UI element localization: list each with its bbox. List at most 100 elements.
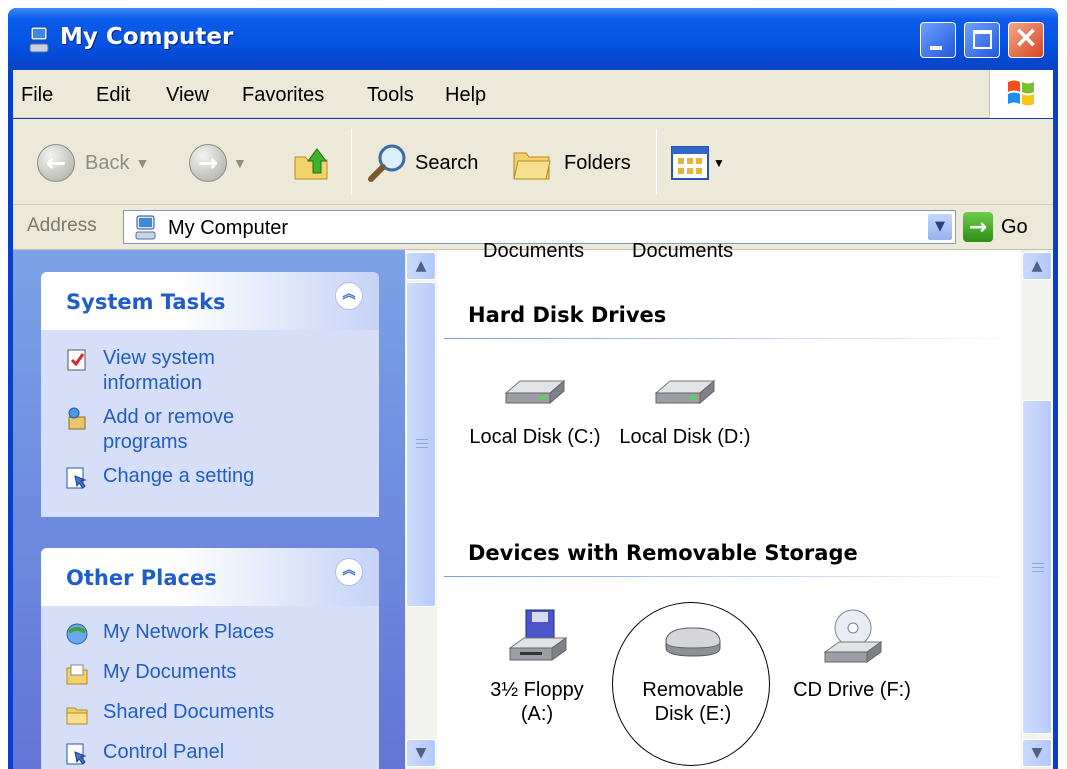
close-button[interactable]: ×	[1008, 20, 1044, 58]
cd-drive-icon	[823, 609, 883, 663]
place-label: My Network Places	[103, 621, 275, 643]
grip-line	[1032, 563, 1044, 564]
scroll-down-icon[interactable]: ▼	[406, 739, 436, 767]
task-change-a-setting[interactable]: Change a setting	[65, 464, 254, 490]
place-shared-documents[interactable]: Shared Documents	[65, 700, 274, 726]
menu-view[interactable]: View	[166, 84, 209, 107]
folders-button[interactable]: Folders	[510, 141, 631, 185]
collapse-chevron-icon[interactable]: ︽	[335, 282, 363, 310]
scrollbar-thumb[interactable]	[1022, 400, 1052, 734]
menu-bar: File Edit View Favorites Tools Help	[13, 70, 1053, 118]
network-places-icon	[66, 623, 88, 645]
views-button[interactable]: ▼	[670, 141, 725, 185]
hard-disk-icon	[504, 379, 566, 405]
place-my-documents[interactable]: My Documents	[65, 660, 236, 686]
grip-line	[1032, 567, 1044, 568]
search-icon	[368, 144, 406, 182]
go-label: Go	[1001, 215, 1028, 238]
my-documents-icon	[66, 664, 88, 685]
collapse-chevron-icon[interactable]: ︽	[335, 558, 363, 586]
highlight-circle	[612, 602, 770, 766]
toolbar-separator	[351, 129, 352, 195]
menu-file[interactable]: File	[21, 84, 53, 107]
title-bar[interactable]: My Computer ×	[8, 8, 1058, 70]
system-info-icon	[67, 349, 86, 371]
windows-logo-icon	[989, 70, 1053, 118]
drive-label: (A:)	[520, 703, 554, 725]
views-dropdown-icon[interactable]: ▼	[713, 156, 725, 170]
drive-cd-f[interactable]: CD Drive (F:)	[777, 608, 927, 702]
minimize-button[interactable]	[920, 22, 956, 58]
standard-toolbar: ← Back ▼ → ▼ Search Folders ▼	[13, 119, 1053, 205]
system-tasks-title: System Tasks	[66, 290, 226, 314]
left-pane-scrollbar[interactable]: ▲ ▼	[405, 250, 437, 769]
menu-favorites[interactable]: Favorites	[242, 84, 324, 107]
grip-line	[416, 443, 428, 444]
content-pane: ▲ ▼ Documents Documents Hard Disk Drives…	[405, 240, 1053, 769]
back-dropdown-icon[interactable]: ▼	[135, 155, 149, 171]
group-divider	[444, 576, 1024, 577]
hard-disk-icon	[654, 379, 716, 405]
folders-label: Folders	[564, 151, 631, 174]
task-label: programs	[103, 431, 188, 453]
control-panel-setting-icon	[66, 467, 87, 489]
search-button[interactable]: Search	[365, 141, 478, 185]
maximize-button[interactable]	[964, 22, 1000, 58]
address-dropdown-icon[interactable]: ▼	[927, 213, 953, 241]
grip-line	[416, 439, 428, 440]
drive-label: 3½ Floppy	[490, 679, 584, 701]
removable-storage-heading: Devices with Removable Storage	[468, 541, 858, 565]
scroll-up-icon[interactable]: ▲	[1022, 252, 1052, 280]
my-computer-icon	[29, 26, 49, 53]
menu-tools[interactable]: Tools	[367, 84, 414, 107]
drive-label: CD Drive (F:)	[793, 679, 911, 701]
address-input[interactable]: My Computer ▼	[123, 210, 956, 244]
go-button[interactable]: → Go	[963, 210, 1028, 244]
toolbar-separator	[656, 129, 657, 195]
scrollbar-thumb[interactable]	[406, 282, 436, 607]
other-places-title: Other Places	[66, 566, 217, 590]
place-label: Shared Documents	[103, 701, 275, 723]
task-add-or-remove-programs[interactable]: Add or remove programs	[65, 405, 234, 455]
cut-off-item-label[interactable]: Documents	[632, 240, 733, 263]
cut-off-item-label[interactable]: Documents	[483, 240, 584, 263]
up-folder-button[interactable]	[291, 141, 331, 185]
back-button[interactable]: ← Back ▼	[37, 141, 155, 185]
menu-help[interactable]: Help	[445, 84, 486, 107]
hard-disk-drives-heading: Hard Disk Drives	[468, 303, 667, 327]
close-icon: ×	[1013, 20, 1039, 55]
task-label: information	[103, 372, 202, 394]
grip-line	[1032, 571, 1044, 572]
forward-button[interactable]: → ▼	[189, 141, 253, 185]
system-tasks-header[interactable]: System Tasks ︽	[41, 272, 379, 330]
drive-floppy-a[interactable]: 3½ Floppy (A:)	[467, 608, 607, 726]
up-folder-icon	[294, 148, 328, 180]
floppy-drive-icon	[508, 609, 568, 661]
task-label: View system	[103, 347, 215, 369]
minimize-icon	[930, 46, 942, 50]
task-view-system-information[interactable]: View system information	[65, 346, 215, 396]
address-label: Address	[27, 215, 97, 236]
drive-local-disk-d[interactable]: Local Disk (D:)	[613, 375, 757, 449]
menu-edit[interactable]: Edit	[96, 84, 130, 107]
forward-arrow-icon: →	[189, 144, 227, 182]
other-places-header[interactable]: Other Places ︽	[41, 548, 379, 606]
place-my-network-places[interactable]: My Network Places	[65, 620, 274, 646]
place-control-panel[interactable]: Control Panel	[65, 740, 224, 766]
back-label: Back	[85, 151, 130, 174]
task-label: Add or remove	[103, 406, 235, 428]
grip-line	[416, 447, 428, 448]
task-label: Change a setting	[103, 465, 255, 487]
my-computer-icon	[135, 215, 156, 240]
scroll-down-icon[interactable]: ▼	[1022, 739, 1052, 767]
forward-dropdown-icon[interactable]: ▼	[233, 155, 247, 171]
place-label: My Documents	[103, 661, 237, 683]
drive-local-disk-c[interactable]: Local Disk (C:)	[463, 375, 607, 449]
my-computer-window: My Computer × File Edit View Favorites T…	[8, 8, 1058, 769]
other-places-panel: Other Places ︽ My Network Places My Docu…	[41, 548, 379, 769]
system-tasks-panel: System Tasks ︽ View system information Ad…	[41, 272, 379, 517]
content-scrollbar[interactable]: ▲ ▼	[1021, 250, 1053, 769]
add-remove-programs-icon	[68, 407, 86, 430]
scroll-up-icon[interactable]: ▲	[406, 252, 436, 280]
drive-label: Local Disk (D:)	[619, 426, 751, 448]
